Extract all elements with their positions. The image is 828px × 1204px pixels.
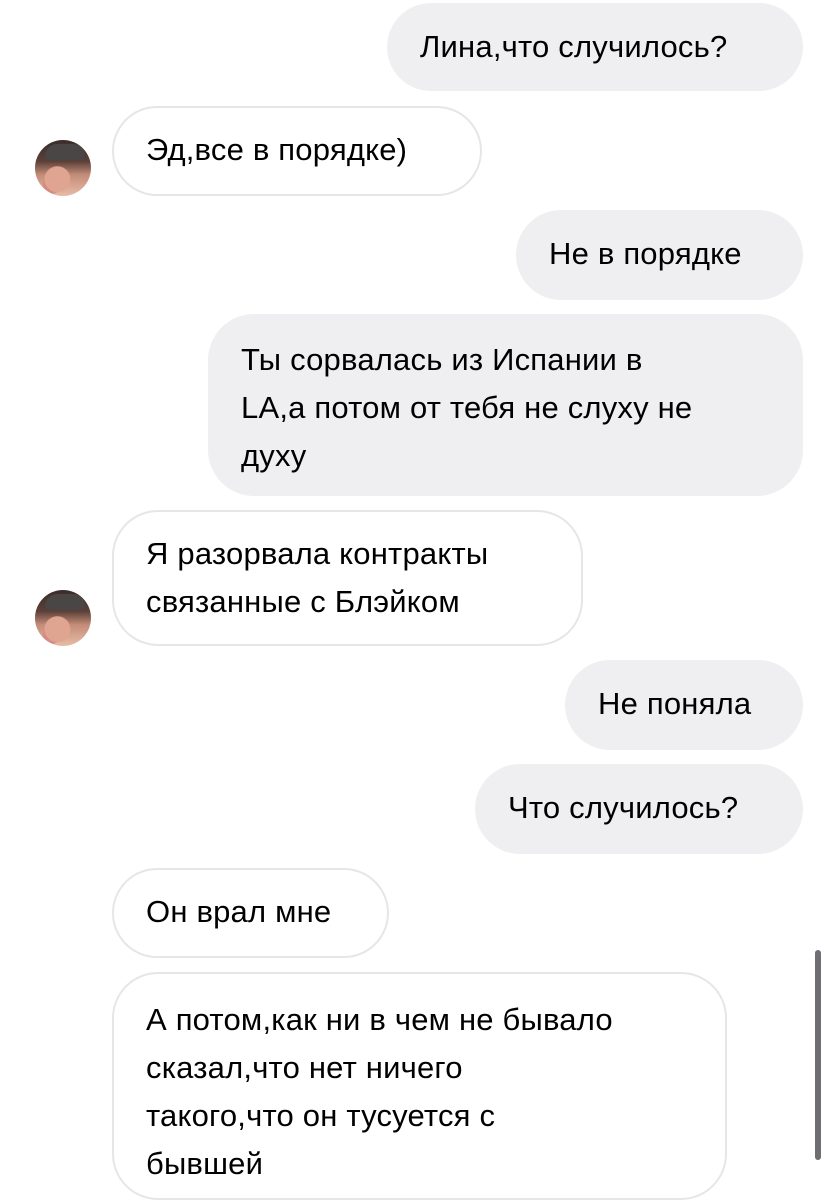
message-line: А потом,как ни в чем не бывало — [146, 1002, 613, 1037]
message-text: Что случилось? — [508, 790, 739, 825]
message-incoming[interactable]: Эд,все в порядке) — [112, 106, 482, 196]
scrollbar[interactable] — [815, 950, 821, 1160]
message-line: LA,а потом от тебя не слуху не — [241, 390, 693, 425]
contact-avatar[interactable] — [35, 590, 91, 646]
message-incoming[interactable]: Я разорвала контракты связанные с Блэйко… — [112, 510, 583, 646]
message-incoming[interactable]: А потом,как ни в чем не бывало сказал,чт… — [112, 972, 727, 1200]
message-text: Эд,все в порядке) — [146, 132, 408, 167]
message-line: бывшей — [146, 1146, 264, 1181]
chat-thread: Лина,что случилось? Эд,все в порядке) Не… — [0, 0, 828, 1204]
message-line: Ты сорвалась из Испании в — [241, 342, 643, 377]
message-outgoing[interactable]: Не поняла — [565, 660, 803, 750]
message-line: сказал,что нет ничего — [146, 1050, 463, 1085]
message-outgoing[interactable]: Что случилось? — [475, 764, 803, 854]
message-incoming[interactable]: Он врал мне — [112, 868, 389, 958]
contact-avatar[interactable] — [35, 140, 91, 196]
message-line: Я разорвала контракты — [146, 536, 489, 571]
message-outgoing[interactable]: Ты сорвалась из Испании в LA,а потом от … — [208, 314, 803, 496]
message-outgoing[interactable]: Не в порядке — [516, 210, 803, 300]
message-line: духу — [241, 438, 307, 473]
message-text: Он врал мне — [146, 894, 332, 929]
message-line: такого,что он тусуется с — [146, 1098, 496, 1133]
message-outgoing[interactable]: Лина,что случилось? — [387, 3, 803, 91]
avatar-cap-shape — [45, 144, 85, 160]
message-text: Не поняла — [598, 686, 752, 721]
message-text: Лина,что случилось? — [420, 29, 728, 64]
message-text: Не в порядке — [549, 236, 742, 271]
message-line: связанные с Блэйком — [146, 584, 460, 619]
avatar-cap-shape — [45, 594, 85, 610]
